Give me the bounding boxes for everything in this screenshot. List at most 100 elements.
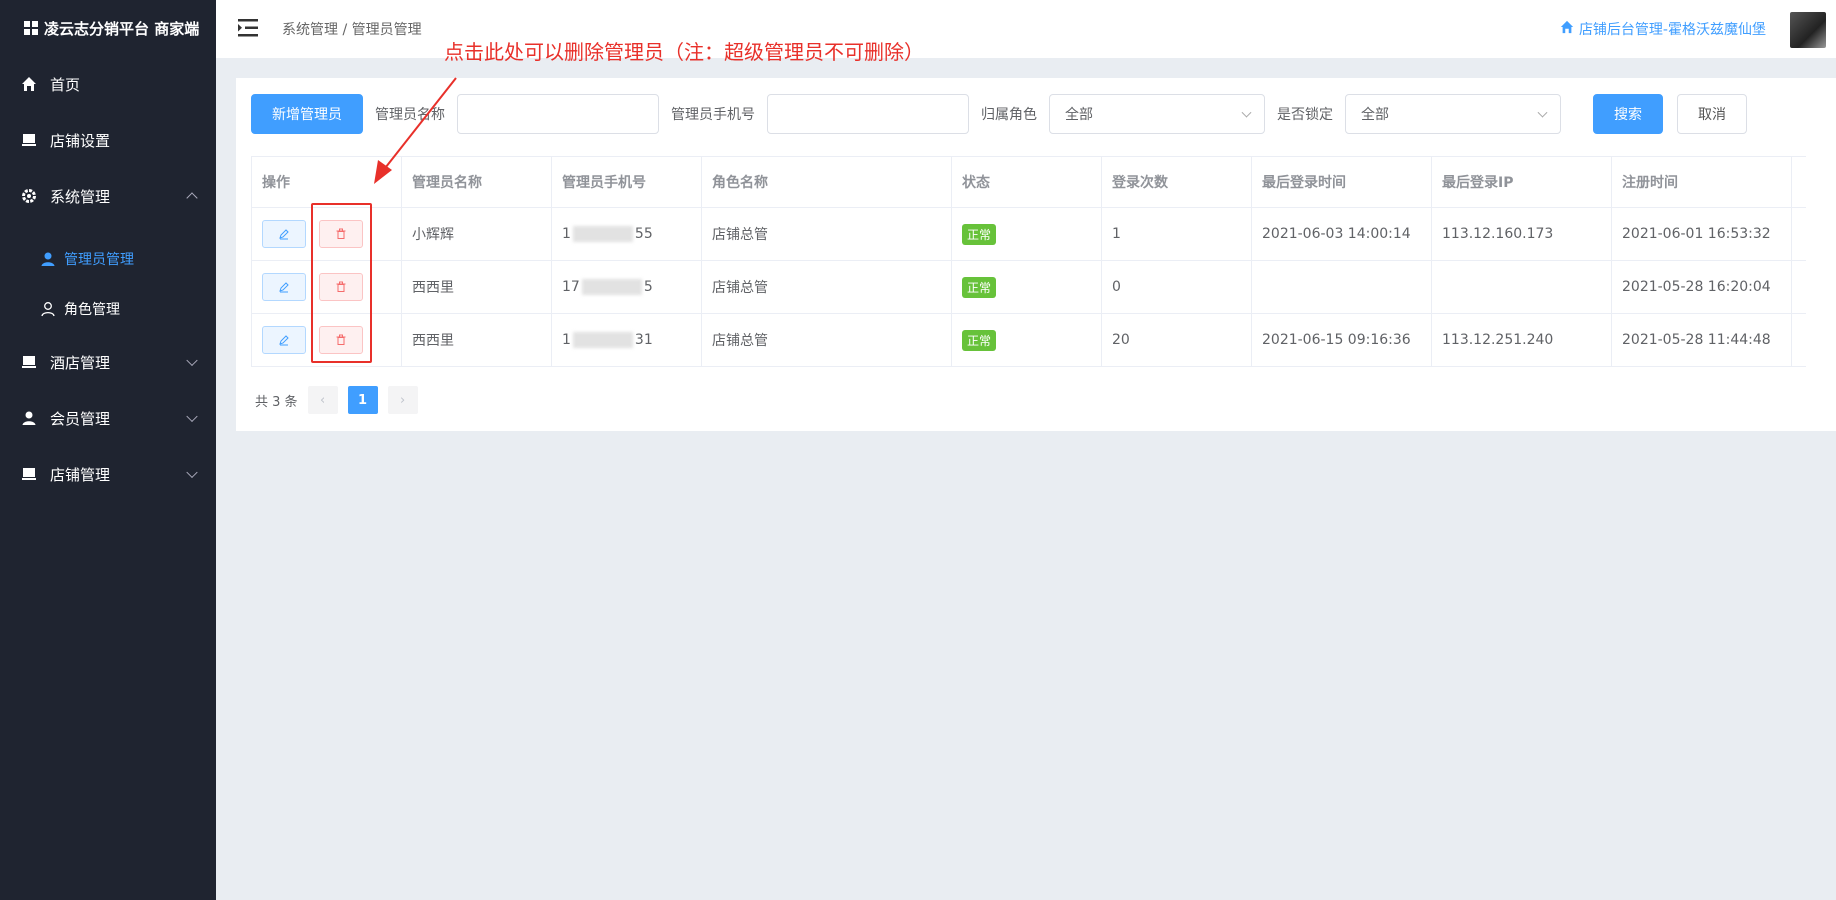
chevron-down-icon: [186, 354, 198, 367]
sidebar-item-label: 会员管理: [50, 409, 111, 428]
pencil-icon: [279, 229, 289, 240]
edit-button[interactable]: [262, 220, 306, 248]
chevron-down-icon: [186, 410, 198, 423]
locked-select[interactable]: 全部: [1345, 94, 1561, 134]
filter-toolbar: 新增管理员 管理员名称 管理员手机号 归属角色 全部 是否锁定 全部 搜索 取消: [251, 94, 1747, 134]
table-row: 西西里 17 5 店铺总管 正常 0 2021-05-28 16:20:04: [252, 261, 1806, 314]
admin-name-cell: 西西里: [402, 314, 552, 366]
phone-suffix: 5: [643, 279, 653, 295]
store-backend-link[interactable]: 店铺后台管理-霍格沃兹魔仙堡: [1560, 19, 1766, 39]
sidebar-item-label: 店铺管理: [50, 465, 111, 484]
phone-suffix: 55: [634, 226, 653, 242]
page-number-button[interactable]: 1: [347, 386, 378, 414]
role-cell: 店铺总管: [702, 314, 952, 366]
admin-phone-label: 管理员手机号: [671, 107, 755, 123]
user-icon: [20, 409, 38, 427]
last-login-cell: [1252, 261, 1432, 313]
next-page-button[interactable]: ›: [387, 386, 418, 414]
edit-button[interactable]: [262, 273, 306, 301]
admin-phone-input[interactable]: [767, 94, 969, 134]
store-link-label: 店铺后台管理-霍格沃兹魔仙堡: [1578, 22, 1766, 38]
login-count-cell: 20: [1102, 314, 1252, 366]
role-select[interactable]: 全部: [1049, 94, 1265, 134]
prev-page-button[interactable]: ‹: [307, 386, 338, 414]
table-header-row: 操作 管理员名称 管理员手机号 角色名称 状态 登录次数 最后登录时间 最后登录…: [252, 157, 1806, 208]
search-button[interactable]: 搜索: [1593, 94, 1663, 134]
column-header: 最后登录IP: [1432, 157, 1612, 207]
phone-redaction: [572, 226, 633, 242]
status-badge: 正常: [962, 276, 997, 298]
admin-phone-cell: 1 31: [552, 314, 702, 366]
delete-button[interactable]: [319, 273, 363, 301]
locked-label: 是否锁定: [1277, 107, 1333, 123]
user-outline-icon: [40, 301, 56, 317]
admin-table: 操作 管理员名称 管理员手机号 角色名称 状态 登录次数 最后登录时间 最后登录…: [251, 156, 1806, 367]
column-header: 注册时间: [1612, 157, 1792, 207]
column-header: 角色名称: [702, 157, 952, 207]
delete-button[interactable]: [319, 220, 363, 248]
home-icon: [1560, 20, 1574, 38]
login-count-cell: 1: [1102, 208, 1252, 260]
column-header: 登录次数: [1102, 157, 1252, 207]
sidebar-item-system[interactable]: 系统管理: [0, 168, 216, 224]
home-icon: [20, 75, 38, 93]
annotation-text: 点击此处可以删除管理员（注：超级管理员不可删除）: [444, 40, 924, 64]
role-select-value: 全部: [1065, 107, 1093, 123]
trash-icon: [336, 228, 346, 239]
store-icon: [20, 465, 38, 483]
sidebar-item-label: 系统管理: [50, 187, 111, 206]
trash-icon: [336, 281, 346, 292]
sidebar-subitem-admin[interactable]: 管理员管理: [0, 234, 216, 284]
column-header: 管理员名称: [402, 157, 552, 207]
delete-button[interactable]: [319, 326, 363, 354]
breadcrumb: 系统管理 / 管理员管理: [282, 22, 422, 38]
admin-name-input[interactable]: [457, 94, 659, 134]
status-badge: 正常: [962, 223, 997, 245]
sidebar-item-store-settings[interactable]: 店铺设置: [0, 112, 216, 168]
admin-name-cell: 小辉辉: [402, 208, 552, 260]
sidebar-item-label: 首页: [50, 75, 81, 94]
phone-prefix: 17: [562, 279, 580, 295]
actions-cell: [252, 208, 402, 260]
sidebar-item-member[interactable]: 会员管理: [0, 390, 216, 446]
role-cell: 店铺总管: [702, 261, 952, 313]
last-ip-cell: 113.12.251.240: [1432, 314, 1612, 366]
pencil-icon: [279, 335, 289, 346]
edit-button[interactable]: [262, 326, 306, 354]
sidebar-subitem-role[interactable]: 角色管理: [0, 284, 216, 334]
cancel-button[interactable]: 取消: [1677, 94, 1747, 134]
phone-redaction: [572, 332, 633, 348]
store-icon: [20, 131, 38, 149]
sidebar-item-label: 酒店管理: [50, 353, 111, 372]
sidebar-item-home[interactable]: 首页: [0, 56, 216, 112]
chevron-down-icon: [1537, 107, 1548, 118]
brand-title: 凌云志分销平台 商家端: [44, 19, 200, 38]
column-header: 操作: [252, 157, 402, 207]
status-badge: 正常: [962, 329, 997, 351]
last-ip-cell: [1432, 261, 1612, 313]
actions-cell: [252, 314, 402, 366]
chevron-up-icon: [186, 192, 198, 204]
avatar[interactable]: [1790, 12, 1826, 48]
status-cell: 正常: [952, 208, 1102, 260]
column-header: 最后登录时间: [1252, 157, 1432, 207]
user-icon: [40, 251, 56, 267]
role-cell: 店铺总管: [702, 208, 952, 260]
admin-name-cell: 西西里: [402, 261, 552, 313]
brand: 凌云志分销平台 商家端: [0, 0, 216, 56]
phone-suffix: 31: [634, 332, 653, 348]
login-count-cell: 0: [1102, 261, 1252, 313]
grid-logo-icon: [24, 21, 38, 35]
registered-cell: 2021-05-28 16:20:04: [1612, 261, 1792, 313]
table-row: 小辉辉 1 55 店铺总管 正常 1 2021-06-03 14:00:14 1…: [252, 208, 1806, 261]
menu-toggle-icon[interactable]: [238, 18, 260, 38]
add-admin-button[interactable]: 新增管理员: [251, 94, 363, 134]
total-count: 共 3 条: [255, 394, 298, 410]
phone-redaction: [581, 279, 642, 295]
store-icon: [20, 353, 38, 371]
sidebar-item-store-management[interactable]: 店铺管理: [0, 446, 216, 502]
sidebar-item-hotel[interactable]: 酒店管理: [0, 334, 216, 390]
status-cell: 正常: [952, 261, 1102, 313]
actions-cell: [252, 261, 402, 313]
sidebar-subitem-label: 管理员管理: [64, 252, 134, 268]
